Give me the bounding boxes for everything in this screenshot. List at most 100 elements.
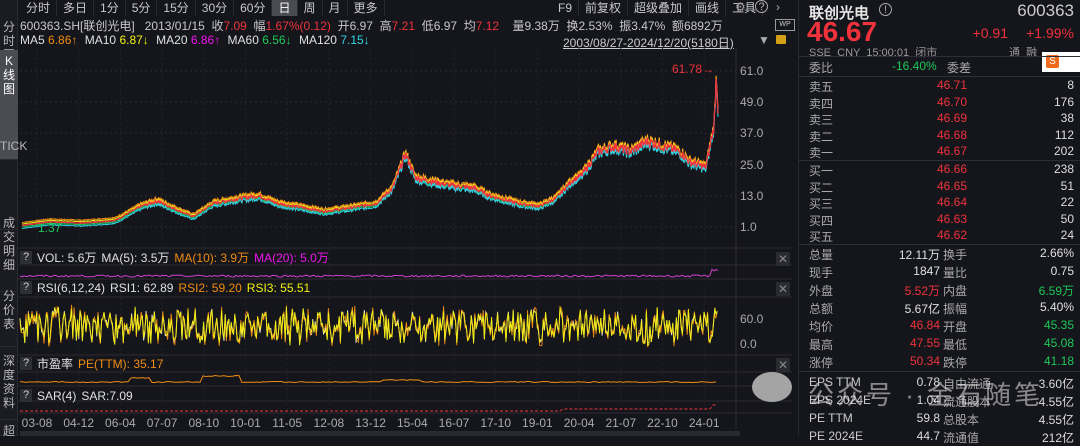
fund-label: 总股本 [943,413,980,427]
orderbook-row: 买一 46.66 238 [807,162,1074,179]
stat-label: 内盘 [943,284,968,298]
horizontal-scrollbar[interactable] [20,431,740,436]
date-xtick: 13-12 [355,416,386,430]
rsi2-value: RSI2: 59.20 [178,280,242,295]
price-ytick: 49.0 [740,95,764,110]
date-xtick: 17-10 [480,416,512,430]
vol-ma20: MA(20): 5.0万 [254,251,329,265]
stat-label: 最高 [809,338,834,352]
level-label: 卖五 [809,80,834,94]
fund-label: 流通值 [943,431,980,445]
level-label: 卖三 [809,113,834,127]
date-xtick: 08-10 [188,416,220,430]
price-ytick: 61.0 [740,64,764,78]
help-icon[interactable]: ? [20,357,32,370]
stat-label: 最低 [943,338,968,352]
watermark: 公众号 · 金石随笔 [808,380,1044,410]
level-volume: 38 [1060,111,1074,125]
level-volume: 22 [1060,195,1074,209]
stat-value: 47.55 [909,336,940,350]
stat-value: 1847 [913,264,940,278]
sar-pane-header: ? SAR(4) SAR:7.09 [20,388,133,403]
fund-value: 4.55亿 [1038,413,1074,427]
stat-value: 50.34 [909,354,940,368]
level-volume: 238 [1053,162,1074,176]
quote-panel: 联创光电 ! 600363 46.67 +0.91 +1.99% SSE CNY… [798,0,1080,445]
orderbook-row: 卖二 46.68 112 [807,128,1074,145]
orderbook-row: 卖三 46.69 38 [807,111,1074,128]
order-ratio-label: 委比 [809,61,834,75]
stat-label: 开盘 [943,320,968,334]
level-price: 46.66 [937,162,968,176]
help-icon[interactable]: ? [20,281,32,294]
close-pane-icon[interactable]: ✕ [776,282,790,296]
sar-line [20,404,716,412]
pe-label: 市盈率 [37,357,74,371]
level-label: 卖二 [809,129,834,144]
level-label: 买五 [809,230,834,244]
fund-value: 3.60亿 [1038,377,1074,391]
date-xtick: 12-08 [313,416,345,430]
volume-line [19,268,719,278]
date-xtick: 06-04 [105,416,136,430]
level-label: 卖一 [809,146,834,160]
info-icon[interactable]: ! [879,3,892,16]
help-icon[interactable]: ? [20,251,32,264]
price-ytick: 25.0 [740,157,764,172]
level-label: 买四 [809,213,834,228]
level-price: 46.71 [937,78,968,92]
orderbook-row: 买三 46.64 22 [807,195,1074,212]
level-volume: 51 [1060,178,1074,193]
rsi3-value: RSI3: 55.51 [246,280,311,295]
date-xtick: 11-05 [272,416,303,430]
stat-value: 0.75 [1050,264,1074,278]
stat-label: 均价 [809,320,834,334]
fundamental-row: PE TTM 59.8 总股本 4.55亿 [807,411,1074,428]
date-xtick: 10-01 [230,416,261,430]
vol-label: VOL: 5.6万 [37,251,97,265]
level-volume: 176 [1053,94,1074,109]
date-xtick: 04-12 [63,416,95,430]
order-ratio-value: -16.40% [892,59,937,73]
stat-label: 换手 [943,248,968,262]
orderbook-row: 卖五 46.71 8 [807,78,1074,95]
stat-value: 5.52万 [904,284,940,298]
orderbook-row: 买五 46.62 24 [807,228,1074,245]
orderbook-row: 买二 46.65 51 [807,179,1074,196]
price-ytick: 1.0 [740,220,757,234]
margin-tags: 通 融 [1009,47,1038,59]
stock-code: 600363 [1017,1,1074,20]
rsi-line-3 [19,306,718,346]
stat-row: 涨停 50.34 跌停 41.18 [807,354,1074,371]
close-pane-icon[interactable]: ✕ [776,252,790,266]
date-xtick: 20-04 [563,416,595,430]
wechat-icon [752,372,792,402]
rsi-ytick: 0.0 [740,337,757,351]
stat-label: 现手 [809,266,834,280]
price-ytick: 37.0 [740,126,764,141]
stat-value: 5.40% [1039,300,1074,314]
date-xtick: 03-08 [21,416,53,430]
close-pane-icon[interactable]: ✕ [776,358,790,372]
vol-ma5: MA(5): 3.5万 [101,251,170,265]
level-price: 46.63 [937,211,968,226]
vol-pane-header: ? VOL: 5.6万 MA(5): 3.5万 MA(10): 3.9万 MA(20):… [20,250,329,265]
rsi1-value: RSI1: 62.89 [110,280,174,295]
level-volume: 112 [1054,127,1074,142]
date-xtick: 19-01 [522,416,553,430]
date-xtick: 22-10 [647,416,678,430]
stat-label: 量比 [943,266,968,280]
level-volume: 50 [1060,211,1074,226]
fund-value: 44.7 [916,429,940,443]
fund-label: PE 2024E [809,429,864,443]
stat-value: 41.18 [1043,354,1074,368]
pe-value: PE(TTM): 35.17 [78,356,164,371]
pct-change: +1.99% [1026,25,1074,41]
stat-label: 外盘 [809,284,834,298]
sar-value: SAR:7.09 [81,388,133,403]
stat-label: 总量 [809,248,834,262]
stat-label: 涨停 [809,356,834,370]
help-icon[interactable]: ? [20,389,32,402]
level-label: 买一 [809,164,834,178]
stat-row: 总量 12.11万 换手 2.66% [807,246,1074,263]
